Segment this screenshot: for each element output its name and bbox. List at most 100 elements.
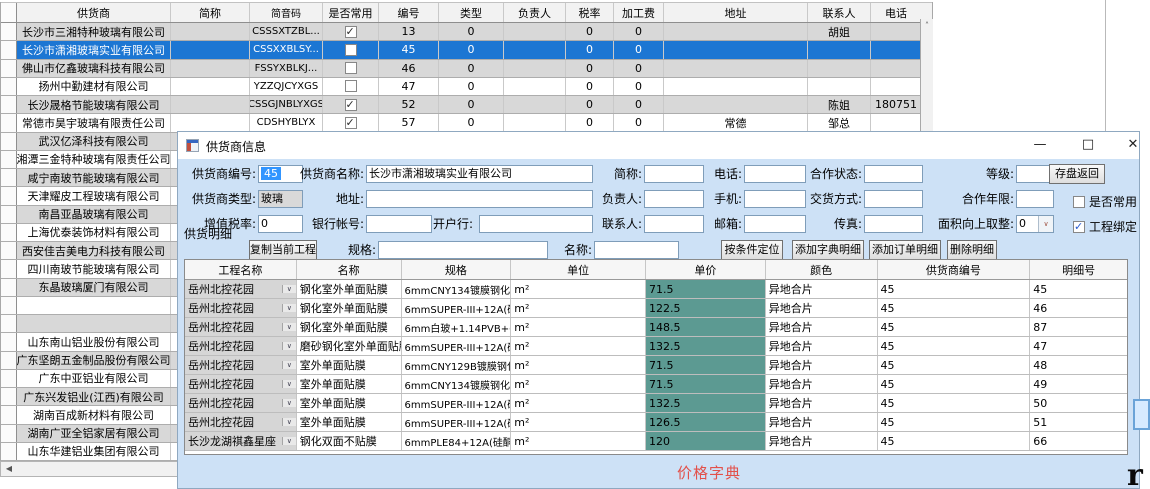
chevron-down-icon[interactable]: ∨ [282,342,296,350]
col-header-address[interactable]: 地址 [664,3,808,22]
is-common-checkbox[interactable] [345,26,357,38]
supplier-row[interactable]: 长沙市三湘特种玻璃有限公司 CSSSXTZBL... 13 0 0 0 胡姐 [1,23,932,41]
is-common-checkbox[interactable] [345,80,357,92]
col-header-detail-no[interactable]: 明细号 [1030,260,1127,279]
save-return-button[interactable]: 存盘返回 [1049,164,1105,184]
col-header-pinyin-code[interactable]: 简音码 [250,3,323,22]
supplier-row[interactable]: 常德市昊宇玻璃有限责任公司 CDSHYBLYX 57 0 0 0 常德 邹总 [1,114,932,132]
col-header-contact[interactable]: 联系人 [808,3,871,22]
fax-field[interactable] [864,215,923,233]
scroll-left-icon[interactable]: ◀ [1,462,17,476]
detail-row[interactable]: 岳州北控花园 ∨ 磨砂钢化室外单面贴膜 6mmSUPER-III+12A(硅..… [185,337,1127,356]
price-cell[interactable]: 71.5 [646,280,766,298]
coop-status-field[interactable] [864,165,923,183]
project-bind-checkbox[interactable] [1073,221,1085,233]
detail-row[interactable]: 岳州北控花园 ∨ 室外单面贴膜 6mmCNY134镀膜钢化 m² 71.5 异地… [185,375,1127,394]
add-order-detail-button[interactable]: 添加订单明细 [869,240,941,260]
is-common-checkbox[interactable] [345,117,357,129]
col-header-is-common[interactable]: 是否常用 [323,3,379,22]
is-common-checkbox[interactable] [345,99,357,111]
col-header-short-name[interactable]: 简称 [171,3,250,22]
close-icon[interactable]: ✕ [1116,132,1150,158]
email-field[interactable] [744,215,806,233]
is-common-checkbox[interactable] [345,62,357,74]
supplier-name-field[interactable]: 长沙市潇湘玻璃实业有限公司 [366,165,593,183]
add-dict-detail-button[interactable]: 添加字典明细 [792,240,864,260]
col-header-number[interactable]: 编号 [379,3,439,22]
col-header-phone[interactable]: 电话 [871,3,921,22]
chevron-down-icon[interactable]: ∨ [282,323,296,331]
col-header-supplier-no[interactable]: 供货商编号 [878,260,1031,279]
address-field[interactable] [366,190,593,208]
detail-row[interactable]: 岳州北控花园 ∨ 室外单面贴膜 6mmSUPER-III+12A(硅... m²… [185,394,1127,413]
delivery-method-field[interactable] [864,190,923,208]
price-cell[interactable]: 148.5 [646,318,766,336]
supplier-row[interactable]: 长沙市潇湘玻璃实业有限公司 CSSXXBLSY... 45 0 0 0 [1,41,932,59]
vat-rate-field[interactable]: 0 [258,215,303,233]
col-header-manager[interactable]: 负责人 [504,3,566,22]
spec-filter-field[interactable] [378,241,548,259]
col-header-type[interactable]: 类型 [439,3,504,22]
supplier-row[interactable]: 扬州中勤建材有限公司 YZZQJCYXGS 47 0 0 0 [1,78,932,96]
minimize-button[interactable]: — [1023,132,1057,158]
chevron-down-icon[interactable]: ∨ [282,361,296,369]
price-cell[interactable]: 71.5 [646,375,766,393]
col-header-price[interactable]: 单价 [646,260,766,279]
col-header-color[interactable]: 颜色 [766,260,878,279]
coop-years-field[interactable] [1016,190,1054,208]
detail-row[interactable]: 长沙龙湖祺鑫星座 ∨ 钢化双面不贴膜 6mmPLE84+12A(硅酮胶... m… [185,432,1127,451]
col-header-supplier[interactable]: 供货商 [17,3,171,22]
col-header-unit[interactable]: 单位 [511,260,646,279]
phone-field[interactable] [744,165,806,183]
name-filter-field[interactable] [594,241,679,259]
chevron-down-icon[interactable]: ∨ [282,399,296,407]
col-header-project[interactable]: 工程名称 [185,260,297,279]
chevron-down-icon[interactable]: ∨ [282,285,296,293]
dialog-titlebar[interactable]: 供货商信息 — □ ✕ [178,132,1139,159]
col-header-spec[interactable]: 规格 [402,260,512,279]
price-cell[interactable]: 132.5 [646,337,766,355]
is-common-checkbox-group[interactable]: 是否常用 [1073,193,1137,210]
project-combobox[interactable]: 岳州北控花园 ∨ [185,318,297,336]
detail-row[interactable]: 岳州北控花园 ∨ 钢化室外单面贴膜 6mmCNY134镀膜钢化 m² 71.5 … [185,280,1127,299]
detail-row[interactable]: 岳州北控花园 ∨ 钢化室外单面贴膜 6mmSUPER-III+12A(硅... … [185,299,1127,318]
col-header-tax-rate[interactable]: 税率 [566,3,614,22]
area-round-up-select[interactable]: 0 ∨ [1016,215,1054,233]
chevron-down-icon[interactable]: ∨ [1038,216,1053,232]
project-combobox[interactable]: 岳州北控花园 ∨ [185,394,297,412]
chevron-down-icon[interactable]: ∨ [282,437,296,445]
project-combobox[interactable]: 岳州北控花园 ∨ [185,413,297,431]
copy-current-project-button[interactable]: 复制当前工程 [249,240,317,260]
chevron-down-icon[interactable]: ∨ [282,304,296,312]
scroll-up-icon[interactable]: ˄ [921,19,933,34]
price-cell[interactable]: 120 [646,432,766,450]
project-combobox[interactable]: 岳州北控花园 ∨ [185,337,297,355]
is-common-dialog-checkbox[interactable] [1073,196,1085,208]
supplier-row[interactable]: 佛山市亿鑫玻璃科技有限公司 FSSYXBLKJ... 46 0 0 0 [1,60,932,78]
price-cell[interactable]: 71.5 [646,356,766,374]
supplier-row[interactable]: 长沙晟格节能玻璃有限公司 CSSGJNBLYXGS 52 0 0 0 陈姐 18… [1,96,932,114]
price-cell[interactable]: 126.5 [646,413,766,431]
contact-field[interactable] [644,215,704,233]
project-combobox[interactable]: 岳州北控花园 ∨ [185,299,297,317]
col-header-name[interactable]: 名称 [297,260,402,279]
is-common-checkbox[interactable] [345,44,357,56]
detail-row[interactable]: 岳州北控花园 ∨ 室外单面贴膜 6mmCNY129B镀膜钢化 m² 71.5 异… [185,356,1127,375]
short-name-field[interactable] [644,165,704,183]
detail-row[interactable]: 岳州北控花园 ∨ 室外单面贴膜 6mmSUPER-III+12A(硅... m²… [185,413,1127,432]
delete-detail-button[interactable]: 删除明细 [947,240,997,260]
price-cell[interactable]: 132.5 [646,394,766,412]
project-combobox[interactable]: 岳州北控花园 ∨ [185,356,297,374]
project-combobox[interactable]: 长沙龙湖祺鑫星座 ∨ [185,432,297,450]
col-header-process-fee[interactable]: 加工费 [614,3,664,22]
supplier-type-field[interactable]: 玻璃 [258,190,303,208]
locate-by-condition-button[interactable]: 按条件定位 [721,240,783,260]
project-bind-checkbox-group[interactable]: 工程绑定 [1073,218,1137,235]
project-combobox[interactable]: 岳州北控花园 ∨ [185,375,297,393]
maximize-button[interactable]: □ [1071,132,1105,158]
bank-name-field[interactable] [479,215,593,233]
project-combobox[interactable]: 岳州北控花园 ∨ [185,280,297,298]
price-cell[interactable]: 122.5 [646,299,766,317]
chevron-down-icon[interactable]: ∨ [282,418,296,426]
detail-row[interactable]: 岳州北控花园 ∨ 钢化室外单面贴膜 6mm白玻+1.14PVB+6mm... m… [185,318,1127,337]
